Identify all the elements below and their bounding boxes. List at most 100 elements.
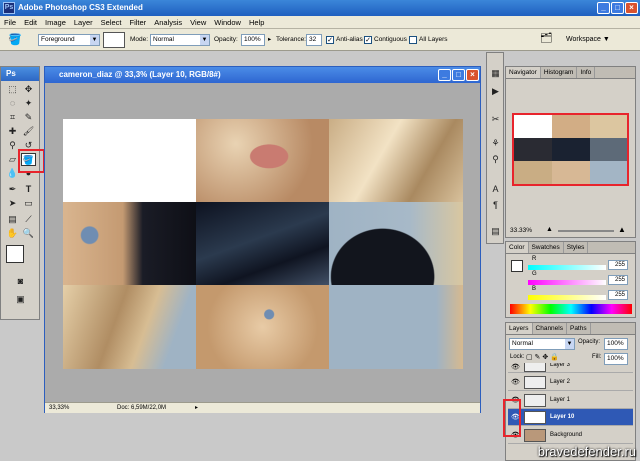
layer-row[interactable]: 👁 Background [508,427,633,444]
tab-layers[interactable]: Layers [506,323,533,334]
pattern-swatch[interactable] [103,32,125,48]
actions-panel-icon[interactable]: ▶ [489,85,502,98]
color-fg-swatch[interactable] [511,260,523,272]
color-spectrum-bar[interactable] [510,304,632,314]
anti-alias-checkbox[interactable]: ✓ [326,36,334,44]
menu-image[interactable]: Image [41,16,70,29]
eye-icon[interactable]: 👁 [511,363,520,372]
zoom-out-icon[interactable]: ▲ [546,226,553,233]
menu-filter[interactable]: Filter [126,16,151,29]
tool-presets-icon[interactable]: ✂ [489,113,502,126]
contiguous-checkbox[interactable]: ✓ [364,36,372,44]
brush-tool-icon[interactable]: 🖌 [21,125,36,138]
navigator-zoom-value[interactable]: 33.33% [510,227,532,234]
opacity-arrow-icon[interactable]: ▸ [268,34,271,46]
zoom-tool-icon[interactable]: 🔍 [21,227,36,240]
channel-g-slider[interactable] [528,280,606,285]
eye-icon[interactable]: 👁 [511,409,520,426]
foreground-color-swatch[interactable] [6,245,24,263]
quick-mask-icon[interactable]: ◙ [13,275,28,288]
menu-view[interactable]: View [186,16,210,29]
lasso-tool-icon[interactable]: ◌ [5,97,20,110]
menu-analysis[interactable]: Analysis [150,16,186,29]
crop-tool-icon[interactable]: ⌗ [5,111,20,124]
menu-help[interactable]: Help [245,16,268,29]
layer-row-selected[interactable]: 👁 Layer 10 [508,409,633,426]
slice-tool-icon[interactable]: ✎ [21,111,36,124]
tab-styles[interactable]: Styles [564,242,589,253]
channel-r-slider[interactable] [528,265,606,270]
pen-tool-icon[interactable]: ✒ [5,183,20,196]
tab-navigator[interactable]: Navigator [506,67,541,78]
minimize-button[interactable]: _ [597,2,610,14]
menu-window[interactable]: Window [210,16,245,29]
doc-close-button[interactable]: × [466,69,479,81]
menu-select[interactable]: Select [97,16,126,29]
tab-channels[interactable]: Channels [533,323,567,334]
eyedropper-icon[interactable]: ⟋ [21,213,36,226]
zoom-level[interactable]: 33,33% [49,403,69,413]
marquee-tool-icon[interactable]: ⬚ [5,83,20,96]
layer-row[interactable]: 👁 Layer 3 [508,363,633,373]
close-button[interactable]: × [625,2,638,14]
navigator-panel: Navigator Histogram Info 33.33% ▲ ▲ [505,66,636,238]
blend-mode-select[interactable]: Normal ▼ [509,338,575,350]
all-layers-checkbox[interactable] [409,36,417,44]
hand-tool-icon[interactable]: ✋ [5,227,20,240]
channel-g-value[interactable]: 255 [608,275,628,285]
blur-tool-icon[interactable]: 💧 [5,167,20,180]
path-selection-icon[interactable]: ➤ [5,197,20,210]
notes-tool-icon[interactable]: ▤ [5,213,20,226]
menu-edit[interactable]: Edit [20,16,41,29]
channel-r-value[interactable]: 255 [608,260,628,270]
tab-histogram[interactable]: Histogram [541,67,578,78]
mode-select[interactable]: Normal ▼ [150,34,210,46]
paint-bucket-icon[interactable]: 🪣 [8,33,22,46]
screen-mode-icon[interactable]: ▣ [13,293,28,306]
doc-maximize-button[interactable]: □ [452,69,465,81]
clone-source-icon[interactable]: ⚲ [489,153,502,166]
history-brush-icon[interactable]: ↺ [21,139,36,152]
brushes-panel-icon[interactable]: ⚘ [489,137,502,150]
clone-stamp-icon[interactable]: ⚲ [5,139,20,152]
magic-wand-icon[interactable]: ✦ [21,97,36,110]
maximize-button[interactable]: □ [611,2,624,14]
tab-swatches[interactable]: Swatches [529,242,564,253]
layers-opacity-input[interactable]: 100% [604,338,628,350]
image-canvas[interactable] [63,119,463,369]
history-panel-icon[interactable]: ▦ [489,67,502,80]
lock-icons[interactable]: ▢ ✎ ✥ 🔒 [526,353,559,361]
move-tool-icon[interactable]: ✥ [21,83,36,96]
healing-brush-icon[interactable]: ✚ [5,125,20,138]
navigator-zoom-slider[interactable] [558,230,614,232]
fill-source-select[interactable]: Foreground ▼ [38,34,100,46]
navigator-view-box[interactable] [512,113,629,186]
layer-row[interactable]: 👁 Layer 1 [508,392,633,409]
layer-comps-icon[interactable]: ▤ [489,225,502,238]
file-browser-icon[interactable]: 🗂 [540,33,553,44]
tab-info[interactable]: Info [577,67,596,78]
type-tool-icon[interactable]: T [21,183,36,196]
zoom-in-icon[interactable]: ▲ [618,225,626,234]
dodge-tool-icon[interactable]: ● [21,167,36,180]
channel-b-slider[interactable] [528,295,606,300]
doc-minimize-button[interactable]: _ [438,69,451,81]
character-panel-icon[interactable]: A [489,183,502,196]
eye-icon[interactable]: 👁 [511,392,520,409]
tab-color[interactable]: Color [506,242,529,253]
paint-bucket-tool-icon[interactable]: 🪣 [21,153,36,166]
tolerance-input[interactable]: 32 [306,34,322,46]
paragraph-panel-icon[interactable]: ¶ [489,199,502,212]
tab-paths[interactable]: Paths [567,323,591,334]
workspace-button[interactable]: Workspace ▼ [566,34,610,46]
menu-layer[interactable]: Layer [70,16,97,29]
eraser-tool-icon[interactable]: ▱ [5,153,20,166]
eye-icon[interactable]: 👁 [511,427,520,444]
menu-file[interactable]: File [0,16,20,29]
shape-tool-icon[interactable]: ▭ [21,197,36,210]
layer-row[interactable]: 👁 Layer 2 [508,374,633,391]
status-menu-arrow-icon[interactable]: ▸ [195,403,198,413]
channel-b-value[interactable]: 255 [608,290,628,300]
eye-icon[interactable]: 👁 [511,374,520,391]
opacity-input[interactable]: 100% [241,34,265,46]
